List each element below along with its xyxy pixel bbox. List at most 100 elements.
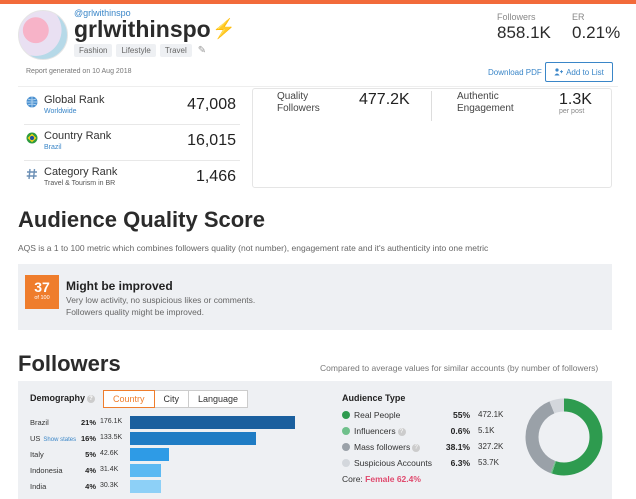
country-rank-row: Country Rank Brazil 16,015 [24, 126, 240, 161]
help-icon[interactable]: ? [412, 443, 421, 452]
header-divider [18, 86, 618, 87]
country-count: 176.1K [100, 418, 123, 425]
demography-tabs: Country City Language [103, 390, 249, 408]
core-label: Core: [342, 474, 363, 484]
authentic-engagement-label-line2: Engagement [457, 103, 514, 114]
report-date: Report generated on 10 Aug 2018 [26, 68, 132, 75]
compare-note: Compared to average values for similar a… [320, 363, 599, 373]
country-pct: 21% [80, 418, 96, 427]
download-pdf-link[interactable]: Download PDF [488, 68, 542, 77]
quality-followers-label-line2: Followers [277, 103, 320, 114]
followers-stat-value: 858.1K [497, 23, 551, 42]
profile-username: grlwithinspo [74, 16, 211, 42]
demography-label: Demography? [30, 393, 96, 403]
quality-metrics-card: Quality Followers 477.2K Authentic Engag… [252, 88, 612, 188]
category-rank-row: Category Rank Travel & Tourism in BR 1,4… [24, 162, 240, 196]
country-bar [130, 416, 295, 429]
quality-followers-label-line1: Quality [277, 91, 309, 102]
audience-type-label: Audience Type [342, 393, 406, 403]
legend-dot [342, 459, 350, 467]
category-rank-title: Category Rank [44, 166, 118, 178]
aqs-detail-line1: Very low activity, no suspicious likes o… [66, 295, 256, 305]
aqs-detail-line2: Followers quality might be improved. [66, 307, 204, 317]
tab-language[interactable]: Language [188, 390, 249, 408]
er-stat-label: ER [572, 12, 585, 22]
user-plus-icon [554, 68, 564, 76]
followers-stat-label: Followers [497, 12, 536, 22]
pencil-icon[interactable]: ✎ [198, 45, 206, 56]
aqs-heading: Audience Quality Score [18, 207, 265, 232]
audience-pct: 55% [452, 410, 470, 420]
add-to-list-label: Add to List [566, 67, 604, 77]
er-stat-value: 0.21% [572, 23, 621, 42]
aqs-score: 37 [34, 279, 50, 295]
authentic-engagement-unit: per post [559, 108, 585, 115]
country-rank-scope[interactable]: Brazil [44, 144, 62, 151]
core-audience: Core: Female 62.4% [342, 474, 421, 484]
audience-row-influencers: Influencers? 0.6% 5.1K [342, 425, 512, 439]
country-pct: 5% [85, 450, 96, 459]
audience-pct: 38.1% [445, 442, 470, 452]
category-rank-scope: Travel & Tourism in BR [44, 180, 116, 187]
country-count: 42.6K [100, 450, 119, 457]
country-row-india: India 4% 30.3K [30, 479, 300, 494]
country-name-text: US [30, 434, 41, 443]
audience-count: 53.7K [478, 458, 499, 467]
followers-panel: Demography? Country City Language Brazil… [18, 381, 612, 499]
authentic-engagement-label-line1: Authentic [457, 91, 499, 102]
tag-fashion: Fashion [74, 44, 113, 57]
quality-followers-label: Quality Followers [277, 91, 320, 115]
demography-label-text: Demography [30, 393, 86, 403]
avatar[interactable] [18, 10, 68, 60]
tag-travel: Travel [159, 44, 192, 57]
country-row-brazil: Brazil 21% 176.1K [30, 415, 300, 430]
show-states-link[interactable]: Show states [43, 437, 76, 443]
profile-tags: Fashion Lifestyle Travel ✎ [74, 44, 206, 57]
global-rank-scope[interactable]: Worldwide [44, 108, 77, 115]
brazil-flag-icon [26, 132, 38, 144]
country-row-us: US Show states 16% 133.5K [30, 431, 300, 446]
audience-label: Real People [354, 410, 401, 420]
help-icon[interactable]: ? [87, 394, 96, 403]
help-icon[interactable]: ? [397, 427, 406, 436]
global-rank-value: 47,008 [187, 96, 236, 113]
category-rank-value: 1,466 [195, 168, 236, 185]
top-accent-bar [0, 0, 636, 4]
country-bar [130, 448, 170, 461]
tag-lifestyle: Lifestyle [116, 44, 156, 57]
legend-dot [342, 427, 350, 435]
country-count: 30.3K [100, 482, 119, 489]
country-name: India [30, 482, 47, 491]
aqs-description: AQS is a 1 to 100 metric which combines … [18, 243, 489, 253]
country-rank-title: Country Rank [44, 130, 112, 142]
followers-heading: Followers [18, 351, 121, 376]
audience-row-suspicious: Suspicious Accounts 6.3% 53.7K [342, 457, 512, 471]
global-rank-title: Global Rank [44, 94, 105, 106]
add-to-list-button[interactable]: Add to List [545, 62, 613, 82]
audience-pct: 0.6% [450, 426, 470, 436]
legend-dot [342, 411, 350, 419]
country-row-italy: Italy 5% 42.6K [30, 447, 300, 462]
country-bar [130, 432, 256, 445]
tab-city[interactable]: City [153, 390, 190, 408]
audience-count: 5.1K [478, 426, 495, 435]
country-bar [130, 480, 162, 493]
aqs-score-max: of 100 [34, 295, 50, 301]
audience-row-mass-followers: Mass followers? 38.1% 327.2K [342, 441, 512, 455]
hash-icon [26, 168, 37, 180]
audience-pct: 6.3% [450, 458, 470, 468]
authentic-engagement-label: Authentic Engagement [457, 91, 514, 115]
tab-country[interactable]: Country [103, 390, 155, 408]
country-pct: 16% [80, 434, 96, 443]
globe-icon [26, 96, 38, 108]
aqs-summary-card: 37 of 100 Might be improved Very low act… [18, 264, 612, 330]
country-count: 133.5K [100, 434, 123, 441]
core-value: Female 62.4% [365, 474, 421, 484]
country-name: Italy [30, 450, 44, 459]
country-count: 31.4K [100, 466, 119, 473]
country-pct: 4% [85, 466, 96, 475]
global-rank-row: Global Rank Worldwide 47,008 [24, 90, 240, 125]
audience-label: Influencers? [354, 426, 406, 436]
quality-divider [431, 91, 432, 121]
country-row-indonesia: Indonesia 4% 31.4K [30, 463, 300, 478]
